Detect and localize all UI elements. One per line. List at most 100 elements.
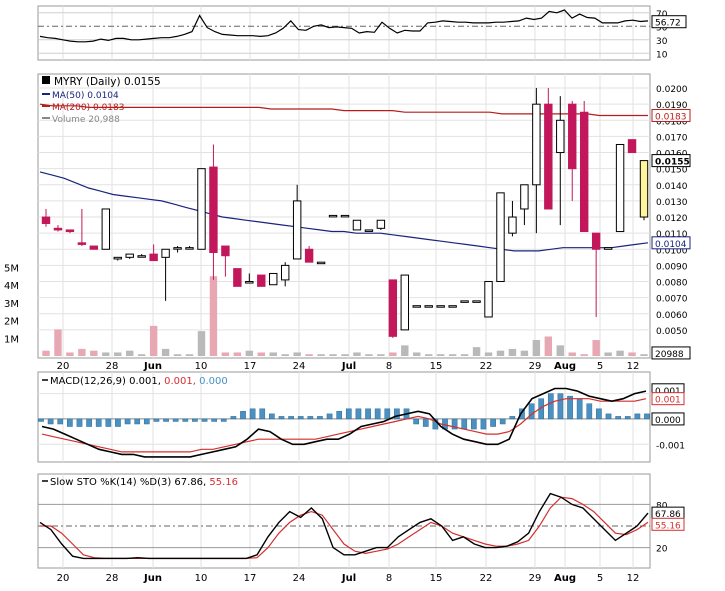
candle [352, 219, 362, 231]
candle [615, 143, 625, 233]
volume-bar [269, 352, 277, 356]
rsi-badge-label: 56.72 [655, 19, 681, 29]
sto-badge: 55.16 [651, 517, 685, 531]
candle-body [460, 300, 469, 303]
macd-hist-bar [230, 416, 237, 420]
volume-bar [389, 352, 397, 356]
candle-body [41, 216, 51, 224]
macd-hist-bar [95, 418, 102, 427]
candle [101, 208, 111, 250]
macd-hist-bar [86, 418, 92, 427]
macd-hist-bar [105, 418, 112, 427]
volume-bar [413, 352, 421, 356]
candle-body [544, 103, 553, 210]
macd-badge: 0.000 [651, 412, 685, 426]
macd-hist-bar [374, 408, 381, 420]
candle-body [89, 245, 99, 250]
candle [460, 300, 469, 303]
candle-body [388, 279, 398, 337]
macd-badge: 0.001 [651, 392, 685, 406]
x-axis-label-top: Jul [341, 361, 356, 372]
x-axis-label-bottom: Aug [554, 573, 576, 584]
macd-hist-bar [240, 411, 246, 420]
candle-body [496, 192, 505, 283]
candle [328, 214, 338, 218]
volume-bar [341, 354, 349, 356]
macd-hist-bar [182, 418, 189, 422]
price-badge: 20988 [651, 346, 691, 360]
volume-bar [173, 354, 182, 356]
volume-bar [161, 348, 170, 356]
candle [388, 279, 398, 338]
x-axis-label-top: 17 [244, 361, 257, 372]
candle-body [520, 184, 529, 210]
macd-hist-bar [288, 416, 294, 420]
macd-hist-bar [67, 418, 73, 427]
candle-body [77, 242, 87, 245]
candle-body [615, 143, 625, 233]
candle [627, 139, 637, 154]
volume-bar [448, 354, 457, 356]
volume-bar [317, 354, 325, 356]
candle-body [257, 274, 266, 287]
candle-body [532, 103, 541, 186]
candle-body [400, 274, 410, 331]
x-axis-label-top: 10 [195, 361, 208, 372]
price-tick-label: 0.0200 [656, 85, 688, 95]
candle-body [508, 216, 517, 234]
candle [484, 281, 493, 318]
volume-bar [293, 352, 301, 356]
macd-hist-bar [307, 416, 314, 420]
price-tick-label: 0.0170 [656, 133, 688, 143]
macd-title-part: 0.001, [164, 376, 199, 387]
legend-label: MA(50) 0.0104 [52, 91, 119, 101]
macd-badge-label: 0.000 [655, 416, 681, 426]
price-badge-label: 0.0155 [655, 158, 690, 168]
volume-bar [628, 352, 636, 356]
volume-bar [532, 340, 541, 356]
x-axis-label-bottom: 24 [293, 573, 306, 584]
volume-bar [568, 352, 576, 356]
ticker-icon [42, 76, 50, 84]
macd-hist-bar [115, 418, 121, 427]
volume-bar [245, 350, 254, 356]
candle [639, 160, 649, 221]
volume-bar [102, 352, 110, 356]
candle-body [316, 261, 326, 265]
volume-bar [496, 350, 505, 356]
macd-hist-bar [365, 408, 371, 420]
macd-hist-bar [480, 418, 487, 430]
candle-body [125, 253, 134, 258]
price-tick-label: 0.0120 [656, 214, 688, 224]
volume-bar [90, 350, 98, 356]
macd-hist-bar [192, 418, 198, 422]
candle-body [113, 256, 122, 260]
candle-body [627, 139, 637, 154]
candle-body [603, 247, 613, 250]
volume-bar [484, 352, 493, 356]
macd-hist-bar [422, 418, 429, 427]
x-axis-label-bottom: 12 [627, 573, 640, 584]
candle [376, 219, 386, 230]
price-badge: 0.0183 [651, 108, 691, 122]
x-axis-label-top: 15 [430, 361, 443, 372]
rsi-frame [37, 5, 651, 61]
x-axis-label-top: 24 [293, 361, 306, 372]
volume-bar [149, 325, 158, 356]
sto-title-part: Slow STO %K(14) %D(3) 67.86, [50, 477, 209, 488]
volume-tick-label: 3M [4, 299, 19, 310]
volume-bar [640, 354, 648, 356]
candle-body [161, 248, 170, 258]
volume-bar [616, 350, 624, 356]
x-axis-label-top: Jun [143, 361, 162, 372]
macd-title: MACD(12,26,9) 0.001, 0.001, 0.000 [50, 376, 228, 387]
macd-hist-bar [384, 408, 391, 420]
legend-label: MA(200) 0.0183 [52, 103, 124, 113]
volume-bar [197, 331, 206, 356]
macd-hist-bar [259, 408, 266, 420]
candle [424, 305, 433, 308]
sto-frame [37, 473, 651, 569]
macd-hist-bar [471, 418, 477, 430]
candle-body [137, 255, 146, 258]
macd-hist-bar [278, 416, 285, 420]
